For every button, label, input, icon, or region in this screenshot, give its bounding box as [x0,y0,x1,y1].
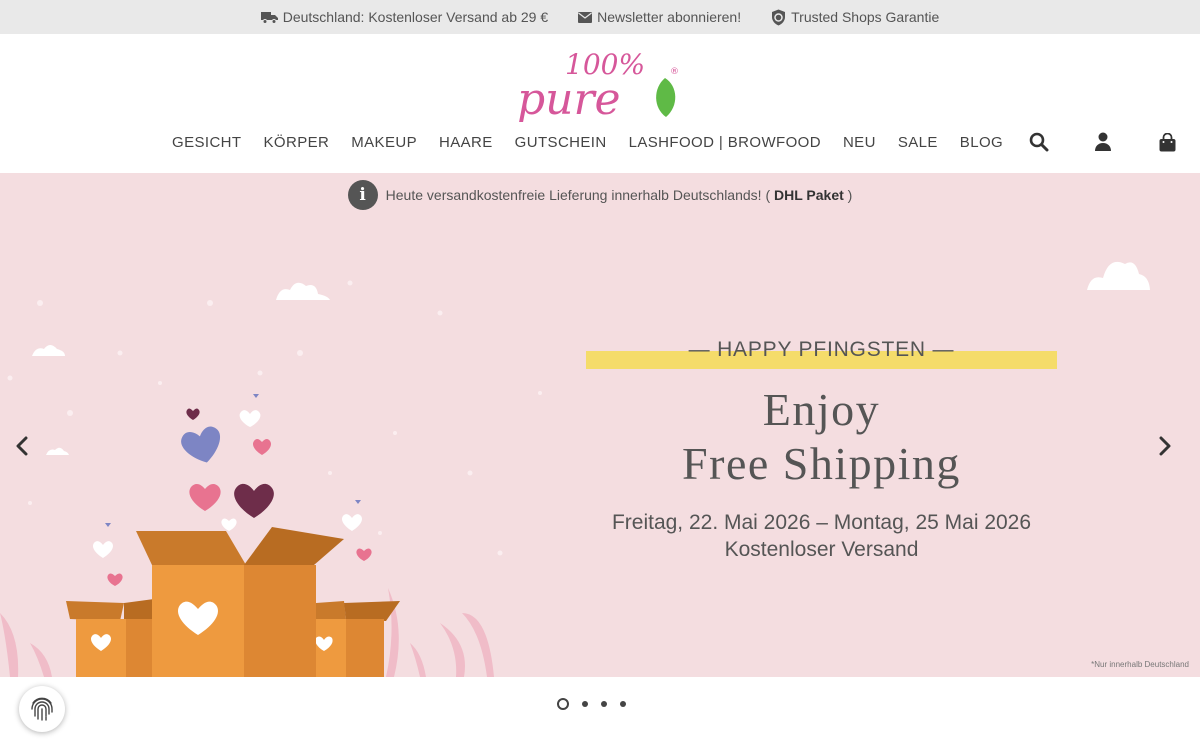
shield-check-icon [771,9,786,26]
truck-icon [260,11,278,24]
chevron-right-icon [1159,436,1171,456]
gift-boxes [66,527,400,677]
logo-registered-mark: ® [670,67,679,77]
logo-line2: pure [517,74,621,122]
nav-item-körper[interactable]: KÖRPER [263,134,329,151]
nav-item-gesicht[interactable]: GESICHT [172,134,241,151]
nav-items: GESICHT KÖRPER MAKEUP HAARE GUTSCHEIN LASHFOO… [172,134,1003,151]
hero-tagline: — HAPPY PFINGSTEN — [688,338,955,361]
chevron-left-icon [16,436,28,456]
newsletter-link[interactable]: Newsletter abonnieren! [578,9,741,25]
heart [234,483,274,518]
page-bottom [0,677,1200,750]
newsletter-text: Newsletter abonnieren! [597,9,742,25]
carousel-dot-2[interactable] [582,701,588,707]
heart [189,483,221,511]
carousel-dot-4[interactable] [620,701,626,707]
heart [186,408,200,420]
shipping-info[interactable]: Deutschland: Kostenloser Versand ab 29 € [260,9,549,25]
heart [252,439,272,455]
cloud [1087,261,1150,290]
cloud [46,447,69,455]
shopping-bag-icon[interactable] [1156,130,1178,154]
search-icon[interactable] [1028,130,1050,154]
heart [239,410,261,427]
nav-item-makeup[interactable]: MAKEUP [351,134,417,151]
heart [356,548,372,561]
hero-footnote: *Nur innerhalb Deutschland [1091,660,1189,669]
notice-text: Heute versandkostenfreie Lieferung inner… [386,187,853,203]
cloud [276,282,330,300]
leaf-icon [656,78,676,117]
heart [107,573,123,586]
header-actions [1028,130,1178,154]
heart [93,541,113,558]
cloud [32,345,65,356]
fingerprint-icon [31,697,53,721]
site-header: 100% pure ® GESICHT KÖRPER MAKEUP HAARE GUTS… [0,34,1200,173]
envelope-icon [578,11,593,23]
nav-item-neu[interactable]: NEU [843,134,876,151]
carousel-prev-button[interactable] [12,435,32,457]
nav-item-gutschein[interactable]: GUTSCHEIN [515,134,607,151]
brand-logo[interactable]: 100% pure ® [515,44,685,122]
heart [221,518,237,531]
heart [342,514,362,531]
main-nav: GESICHT KÖRPER MAKEUP HAARE GUTSCHEIN LASHFOO… [0,130,1200,160]
shipping-text: Deutschland: Kostenloser Versand ab 29 € [282,9,549,25]
notice-carrier: DHL Paket [774,187,844,203]
carousel-dots [557,698,626,710]
user-icon[interactable] [1092,130,1114,154]
info-icon: i [347,180,378,210]
shipping-notice: i Heute versandkostenfreie Lieferung inn… [0,180,1200,210]
notice-close-paren: ) [847,187,853,203]
nav-item-haare[interactable]: HAARE [439,134,493,151]
trusted-shops-link[interactable]: Trusted Shops Garantie [771,9,939,26]
sparkle-dots [7,280,542,556]
headline-line-2: Free Shipping [682,438,961,489]
hero-dates: Freitag, 22. Mai 2026 – Montag, 25 Mai 2… [586,509,1057,563]
heart [181,426,220,463]
carousel-next-button[interactable] [1155,435,1175,457]
trusted-text: Trusted Shops Garantie [791,9,940,25]
headline-line-1: Enjoy [762,384,881,435]
notice-main-text: Heute versandkostenfreie Lieferung inner… [385,187,771,203]
top-info-bar: Deutschland: Kostenloser Versand ab 29 €… [0,0,1200,34]
date-range: Freitag, 22. Mai 2026 – Montag, 25 Mai 2… [611,511,1032,534]
hero-banner[interactable]: i Heute versandkostenfreie Lieferung inn… [0,173,1200,677]
nav-item-lashfood-browfood[interactable]: LASHFOOD | BROWFOOD [629,134,821,151]
carousel-dot-3[interactable] [601,701,607,707]
hero-headline: Enjoy Free Shipping [586,383,1057,491]
free-shipping-label: Kostenloser Versand [724,538,919,561]
nav-item-blog[interactable]: BLOG [960,134,1003,151]
carousel-dot-1[interactable] [557,698,569,710]
privacy-settings-button[interactable] [19,686,65,732]
nav-item-sale[interactable]: SALE [898,134,938,151]
